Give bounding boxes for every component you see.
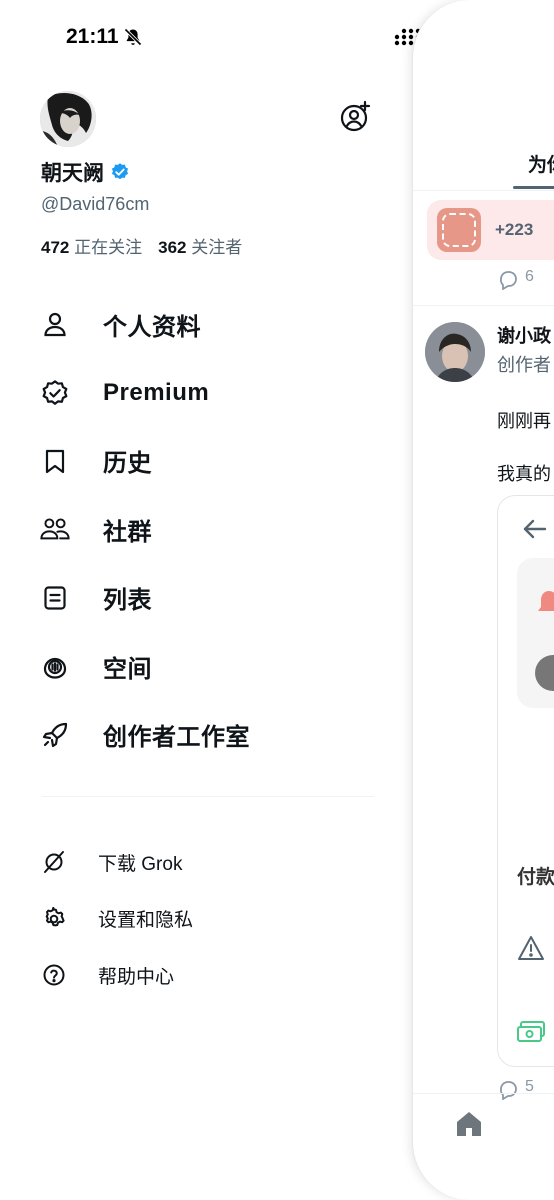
menu-item-label: 空间 — [103, 655, 152, 683]
communities-icon — [40, 514, 70, 544]
post-text-line: 我真的 — [497, 464, 551, 484]
reply-icon[interactable] — [497, 1078, 519, 1100]
menu-item-label: 下载 Grok — [98, 853, 183, 875]
menu-item-label: 个人资料 — [103, 313, 201, 341]
warning-icon — [518, 936, 544, 960]
menu-item-label: Premium — [103, 378, 210, 406]
drawer-menu: 个人资料 Premium 历史 社群 列表 空间 创作者工作室 — [40, 290, 380, 769]
menu-item-profile[interactable]: 个人资料 — [40, 290, 380, 358]
status-time: 21:11 — [66, 25, 119, 48]
tab-indicator — [513, 186, 554, 189]
grok-icon — [40, 848, 68, 876]
payment-heading: 付款 — [517, 867, 554, 888]
menu-item-premium[interactable]: Premium — [40, 358, 380, 426]
help-icon — [40, 961, 68, 989]
menu-item-communities[interactable]: 社群 — [40, 495, 380, 563]
menu-item-settings[interactable]: 设置和隐私 — [40, 891, 380, 948]
followers-link[interactable]: 362 关注者 — [158, 233, 242, 258]
menu-item-label: 历史 — [103, 450, 152, 478]
home-icon[interactable] — [455, 1110, 483, 1138]
bell-icon — [538, 591, 554, 611]
menu-item-lists[interactable]: 列表 — [40, 564, 380, 632]
money-icon — [517, 1021, 545, 1042]
screen: 21:11 5G 23 朝天阙 — [0, 0, 554, 1200]
list-icon — [40, 583, 70, 613]
menu-item-label: 列表 — [103, 587, 152, 615]
menu-item-spaces[interactable]: 空间 — [40, 632, 380, 700]
menu-item-label: 设置和隐私 — [98, 910, 194, 932]
premium-badge-icon — [40, 378, 70, 408]
following-link[interactable]: 472 正在关注 — [41, 233, 142, 258]
person-icon — [40, 309, 70, 339]
app-icon — [437, 208, 481, 252]
drawer-divider — [42, 796, 374, 797]
spaces-icon — [40, 651, 70, 681]
menu-item-label: 帮助中心 — [98, 966, 175, 988]
verified-badge-icon — [111, 163, 129, 180]
new-posts-count: +223 — [495, 220, 534, 239]
post-text-line: 刚刚再 — [497, 411, 551, 431]
reply-count: 6 — [525, 268, 534, 285]
post-author-name[interactable]: 谢小政 — [497, 322, 551, 348]
menu-item-history[interactable]: 历史 — [40, 427, 380, 495]
bell-off-icon — [124, 28, 142, 46]
gear-icon — [40, 905, 68, 933]
add-account-icon[interactable] — [338, 100, 372, 134]
tab-for-you[interactable]: 为你 — [528, 150, 554, 177]
bookmark-icon — [40, 446, 70, 476]
post-divider — [413, 305, 554, 306]
menu-item-creator-studio[interactable]: 创作者工作室 — [40, 700, 380, 768]
reply-icon[interactable] — [497, 268, 519, 290]
drawer-secondary-menu: 下载 Grok 设置和隐私 帮助中心 — [40, 834, 380, 1004]
menu-item-label: 社群 — [103, 518, 152, 546]
home-feed-panel[interactable]: 为你 +223 6 谢小政 创作者 刚刚再 我真的 — [412, 0, 554, 1200]
menu-item-label: 创作者工作室 — [103, 724, 250, 752]
menu-item-grok[interactable]: 下载 Grok — [40, 834, 380, 891]
follow-stats: 472 正在关注 362 关注者 — [41, 233, 242, 258]
menu-item-help[interactable]: 帮助中心 — [40, 947, 380, 1004]
tab-border — [413, 190, 554, 191]
back-arrow-icon — [523, 519, 547, 539]
profile-name[interactable]: 朝天阙 — [41, 157, 104, 187]
profile-handle: @David76cm — [41, 194, 150, 214]
profile-name-row: 朝天阙 — [41, 157, 130, 187]
rocket-icon — [40, 720, 70, 750]
bottom-nav-border — [413, 1093, 554, 1094]
profile-avatar[interactable] — [40, 91, 96, 147]
post-author-subline: 创作者 — [497, 355, 551, 375]
post-author-avatar[interactable] — [425, 322, 485, 382]
